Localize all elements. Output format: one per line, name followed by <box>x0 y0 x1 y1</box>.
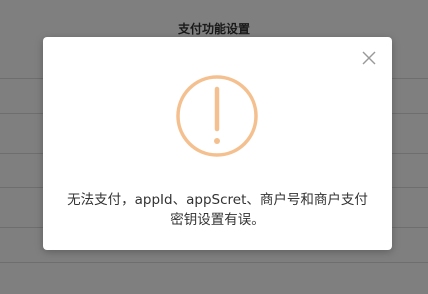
close-icon <box>362 51 376 65</box>
payment-settings-page: 支付功能设置 无法支付，appId、appScret、商户号和商户支付 密钥设置… <box>0 0 428 294</box>
error-message-line: 无法支付，appId、appScret、商户号和商户支付 <box>67 192 368 208</box>
error-dialog: 无法支付，appId、appScret、商户号和商户支付 密钥设置有误。 <box>43 37 392 250</box>
close-button[interactable] <box>360 49 378 67</box>
error-message-line: 密钥设置有误。 <box>170 212 265 228</box>
exclamation-circle-icon <box>175 74 259 158</box>
error-message: 无法支付，appId、appScret、商户号和商户支付 密钥设置有误。 <box>43 190 392 230</box>
